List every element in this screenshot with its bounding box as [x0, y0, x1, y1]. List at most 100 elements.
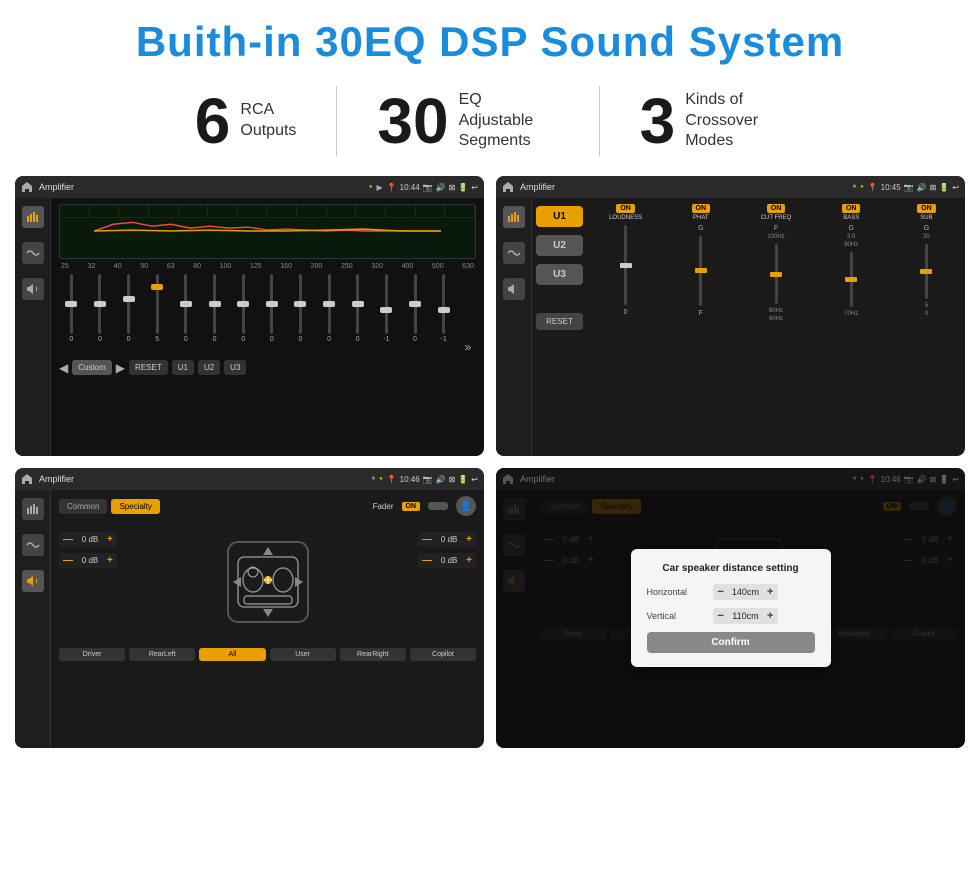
eq-reset-btn[interactable]: RESET [129, 360, 168, 375]
fr-minus[interactable]: — [422, 534, 432, 545]
amp2-sidebar [496, 198, 532, 456]
amp2-speaker-icon[interactable] [503, 278, 525, 300]
eq-slider-5[interactable]: 0 [174, 274, 199, 354]
speaker-layout: — 0 dB + — 0 dB + [59, 522, 476, 642]
rl-plus[interactable]: + [107, 555, 113, 566]
volume-icon-1: 🔊 [436, 183, 446, 192]
status-bar-2: Amplifier ■ ● 📍 10:45 📷 🔊 ⊠ 🔋 ↩ [496, 176, 965, 198]
channel-phat: ON PHAT G F [666, 204, 735, 450]
stats-row: 6 RCAOutputs 30 EQ AdjustableSegments 3 … [0, 76, 980, 171]
btn-user[interactable]: User [270, 648, 336, 661]
eq-main-area: 253240506380100125160200250320400500630 … [51, 198, 484, 456]
u3-btn[interactable]: U3 [536, 264, 583, 285]
stat-eq: 30 EQ AdjustableSegments [337, 89, 598, 153]
eq-slider-6[interactable]: 0 [202, 274, 227, 354]
eq-slider-12[interactable]: -1 [374, 274, 399, 354]
back-icon-3: ↩ [471, 475, 478, 484]
back-icon-2: ↩ [952, 183, 959, 192]
eq-slider-2[interactable]: 0 [88, 274, 113, 354]
eq-u1-btn[interactable]: U1 [172, 360, 194, 375]
amp2-u-buttons: U1 U2 U3 RESET [532, 198, 587, 456]
status-app-1: Amplifier [39, 182, 365, 192]
fader-slider-mini[interactable] [428, 502, 448, 510]
btn-copilot[interactable]: Copilot [410, 648, 476, 661]
eq-slider-10[interactable]: 0 [317, 274, 342, 354]
fader-eq-icon[interactable] [22, 498, 44, 520]
pin-icon-1: 📍 [387, 183, 397, 192]
tab-common[interactable]: Common [59, 499, 107, 514]
eq-more-icon[interactable]: » [460, 340, 476, 354]
vertical-minus[interactable]: − [718, 610, 724, 622]
vertical-value: 110cm [728, 611, 763, 621]
confirm-button[interactable]: Confirm [647, 632, 815, 653]
eq-graph [59, 204, 476, 259]
fader-wave-icon[interactable] [22, 534, 44, 556]
fader-on-badge[interactable]: ON [402, 502, 421, 511]
btn-all[interactable]: All [199, 648, 265, 661]
eq-slider-1[interactable]: 0 [59, 274, 84, 354]
eq-slider-9[interactable]: 0 [288, 274, 313, 354]
fl-plus[interactable]: + [107, 534, 113, 545]
vertical-ctrl: − 110cm + [713, 608, 779, 624]
rr-minus[interactable]: — [422, 555, 432, 566]
fader-content: Common Specialty Fader ON 👤 — 0 dB [15, 490, 484, 748]
status-dot-3: ■ [371, 476, 375, 482]
eq-slider-4[interactable]: 5 [145, 274, 170, 354]
status-icons-1: 📍 10:44 📷 🔊 ⊠ 🔋 ↩ [387, 183, 478, 192]
fader-screen: Amplifier ■ ● 📍 10:46 📷 🔊 ⊠ 🔋 ↩ [15, 468, 484, 748]
eq-slider-8[interactable]: 0 [259, 274, 284, 354]
u2-btn[interactable]: U2 [536, 235, 583, 256]
fr-val: 0 dB [435, 535, 463, 544]
zone-rr: — 0 dB + [418, 553, 476, 568]
stat-number-eq: 30 [377, 89, 448, 153]
amp2-eq-icon[interactable] [503, 206, 525, 228]
eq-sidebar-eq-icon[interactable] [22, 206, 44, 228]
amp2-reset-btn[interactable]: RESET [536, 313, 583, 330]
pin-icon-2: 📍 [868, 183, 878, 192]
dialog-vertical-row: Vertical − 110cm + [647, 608, 815, 624]
rr-val: 0 dB [435, 556, 463, 565]
status-time-1: 10:44 [400, 183, 420, 192]
eq-sidebar [15, 198, 51, 456]
eq-content: 253240506380100125160200250320400500630 … [15, 198, 484, 456]
btn-rearleft[interactable]: RearLeft [129, 648, 195, 661]
amp2-wave-icon[interactable] [503, 242, 525, 264]
eq-slider-13[interactable]: 0 [403, 274, 428, 354]
horizontal-plus[interactable]: + [767, 586, 773, 598]
horizontal-minus[interactable]: − [718, 586, 724, 598]
rr-plus[interactable]: + [466, 555, 472, 566]
channel-bass: ON BASS G 3.0 90Hz 70Hz [817, 204, 886, 450]
eq-slider-11[interactable]: 0 [345, 274, 370, 354]
amp2-channels: ON LOUDNESS 0 ON PHAT G F [587, 198, 965, 456]
horizontal-ctrl: − 140cm + [713, 584, 779, 600]
person-icon: 👤 [456, 496, 476, 516]
btn-rearright[interactable]: RearRight [340, 648, 406, 661]
eq-prev-icon[interactable]: ◀ [59, 361, 68, 375]
eq-slider-7[interactable]: 0 [231, 274, 256, 354]
fr-plus[interactable]: + [466, 534, 472, 545]
vertical-plus[interactable]: + [767, 610, 773, 622]
eq-slider-3[interactable]: 0 [116, 274, 141, 354]
rl-minus[interactable]: — [63, 555, 73, 566]
eq-u3-btn[interactable]: U3 [224, 360, 246, 375]
eq-slider-14[interactable]: -1 [431, 274, 456, 354]
u1-btn[interactable]: U1 [536, 206, 583, 227]
stat-label-rca: RCAOutputs [240, 100, 296, 142]
tab-specialty[interactable]: Specialty [111, 499, 159, 514]
volume-icon-2: 🔊 [917, 183, 927, 192]
eq-u2-btn[interactable]: U2 [198, 360, 220, 375]
fl-minus[interactable]: — [63, 534, 73, 545]
zone-fr: — 0 dB + [418, 532, 476, 547]
eq-sidebar-speaker-icon[interactable] [22, 278, 44, 300]
left-controls: — 0 dB + — 0 dB + [59, 522, 117, 568]
camera-icon-2: 📷 [904, 183, 914, 192]
btn-driver[interactable]: Driver [59, 648, 125, 661]
stat-label-eq: EQ AdjustableSegments [459, 90, 559, 152]
volume-icon-3: 🔊 [436, 475, 446, 484]
eq-sidebar-wave-icon[interactable] [22, 242, 44, 264]
eq-custom-btn[interactable]: Custom [72, 360, 112, 375]
fader-label: Fader [373, 502, 394, 511]
eq-play-icon[interactable]: ▶ [116, 361, 125, 375]
fader-speaker-icon[interactable] [22, 570, 44, 592]
horizontal-value: 140cm [728, 587, 763, 597]
